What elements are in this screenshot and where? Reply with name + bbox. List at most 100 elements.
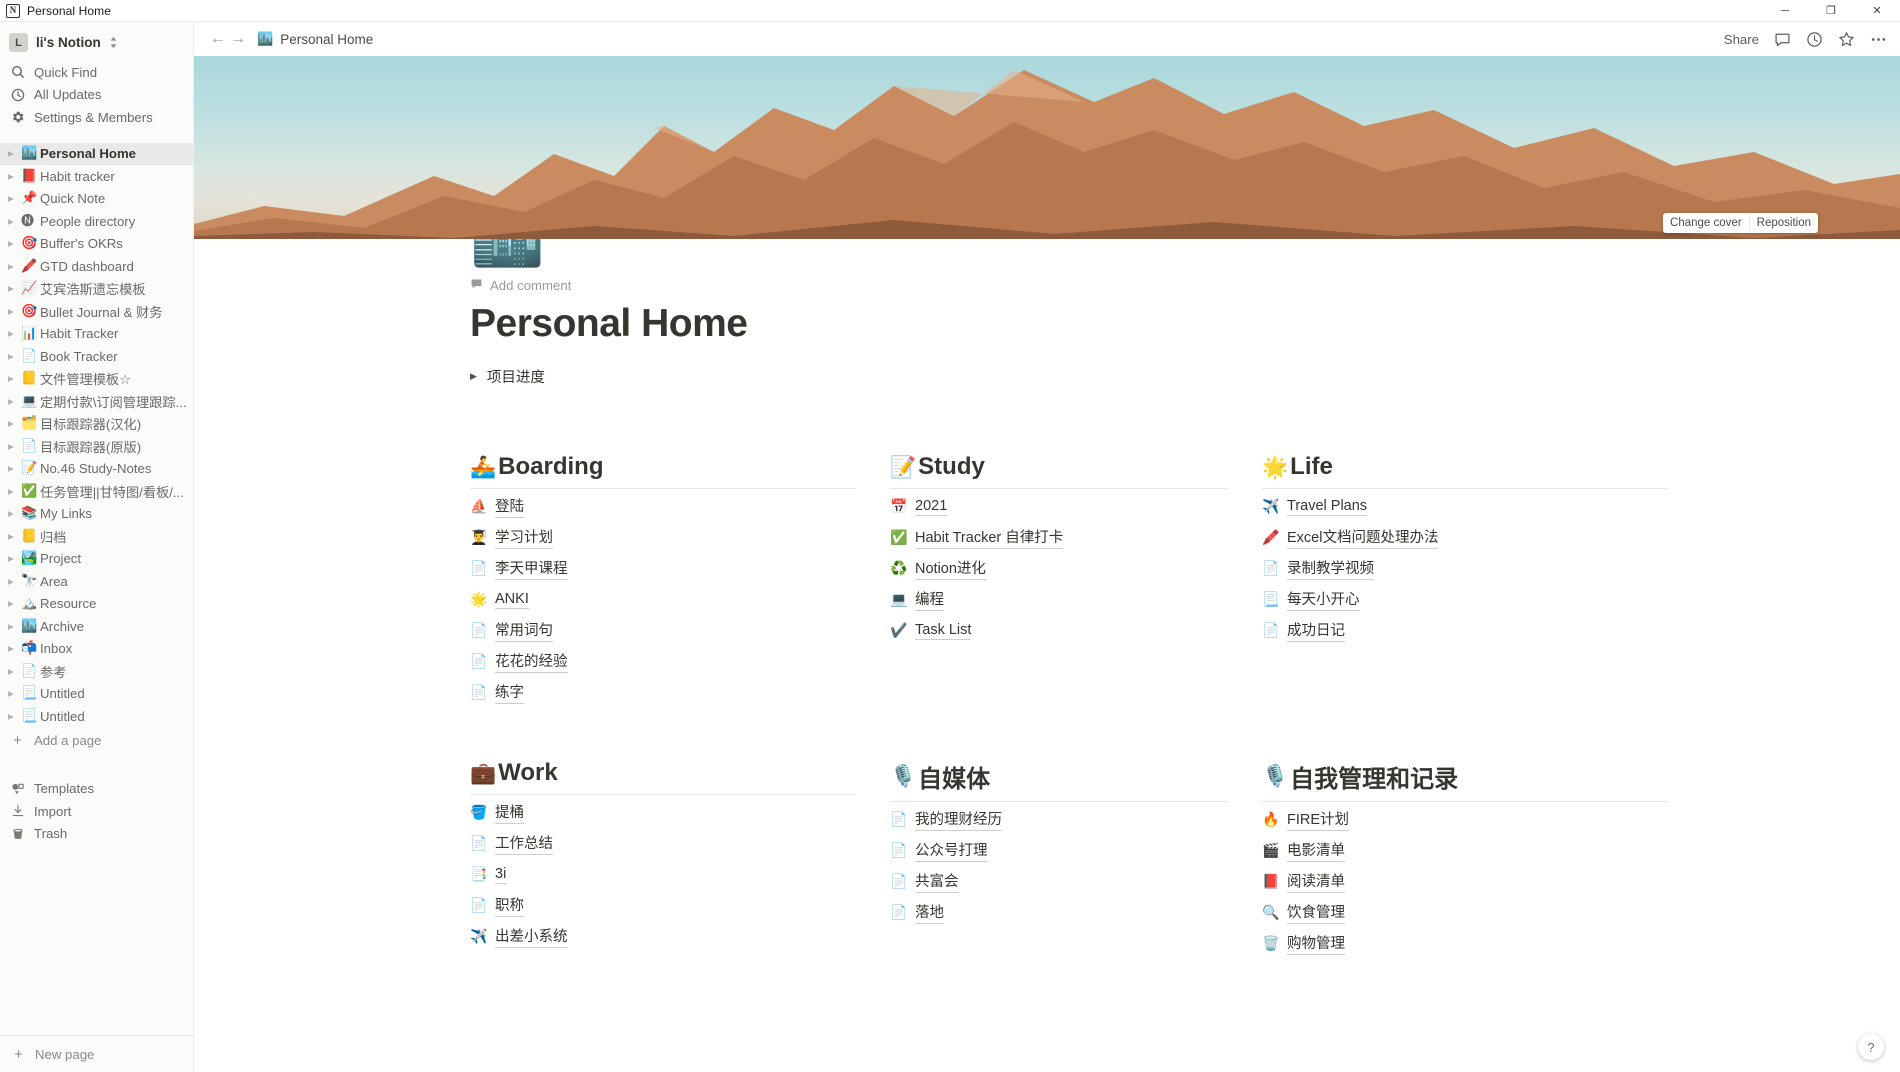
- page-link-row[interactable]: ✅ Habit Tracker 自律打卡: [890, 524, 1228, 551]
- close-button[interactable]: ✕: [1854, 0, 1900, 22]
- page-link-row[interactable]: ♻️ Notion进化: [890, 555, 1228, 582]
- page-link-row[interactable]: 📄 我的理财经历: [890, 806, 1228, 833]
- sidebar-page-item[interactable]: ▶ 🏙️ Archive: [0, 615, 193, 638]
- page-link-label[interactable]: 2021: [915, 498, 948, 516]
- page-link-row[interactable]: 📄 录制教学视频: [1262, 555, 1668, 582]
- comment-icon[interactable]: [1774, 31, 1791, 48]
- disclosure-triangle-icon[interactable]: ▶: [8, 690, 21, 698]
- sidebar-page-item[interactable]: ▶ 📒 文件管理模板☆: [0, 368, 193, 391]
- page-link-label[interactable]: 花花的经验: [495, 650, 568, 673]
- page-link-row[interactable]: 📃 每天小开心: [1262, 586, 1668, 613]
- sidebar-page-item[interactable]: ▶ 📄 参考: [0, 660, 193, 683]
- page-link-row[interactable]: ✈️ Travel Plans: [1262, 493, 1668, 520]
- disclosure-triangle-icon[interactable]: ▶: [8, 195, 21, 203]
- sidebar-page-item[interactable]: ▶ 📊 Habit Tracker: [0, 323, 193, 346]
- page-link-label[interactable]: 电影清单: [1287, 839, 1345, 862]
- page-link-label[interactable]: Travel Plans: [1287, 498, 1368, 516]
- sidebar-page-item[interactable]: ▶ 📄 Book Tracker: [0, 345, 193, 368]
- page-link-label[interactable]: Task List: [915, 622, 972, 640]
- disclosure-triangle-icon[interactable]: ▶: [8, 645, 21, 653]
- sidebar-page-item[interactable]: ▶ ✅ 任务管理||甘特图/看板/...: [0, 480, 193, 503]
- page-link-label[interactable]: 提桶: [495, 801, 524, 824]
- page-link-row[interactable]: 🔥 FIRE计划: [1262, 806, 1668, 833]
- page-link-label[interactable]: 3i: [495, 866, 507, 884]
- page-link-label[interactable]: 学习计划: [495, 526, 553, 549]
- sidebar-page-item[interactable]: ▶ 📬 Inbox: [0, 638, 193, 661]
- page-link-row[interactable]: 👨‍🎓 学习计划: [470, 524, 856, 551]
- sidebar-page-item[interactable]: ▶ 🔭 Area: [0, 570, 193, 593]
- disclosure-triangle-icon[interactable]: ▶: [8, 285, 21, 293]
- disclosure-triangle-icon[interactable]: ▶: [8, 442, 21, 451]
- disclosure-triangle-icon[interactable]: ▶: [8, 487, 21, 496]
- page-link-label[interactable]: 出差小系统: [495, 925, 568, 948]
- triangle-right-icon[interactable]: ▶: [470, 372, 477, 381]
- page-link-label[interactable]: Excel文档问题处理办法: [1287, 526, 1439, 549]
- disclosure-triangle-icon[interactable]: ▶: [8, 712, 21, 721]
- sidebar-page-item[interactable]: ▶ 📈 艾宾浩斯遗忘模板: [0, 278, 193, 301]
- sidebar-page-item[interactable]: ▶ 🅝 People directory: [0, 210, 193, 233]
- sidebar-page-item[interactable]: ▶ 🎯 Buffer's OKRs: [0, 233, 193, 256]
- page-link-label[interactable]: 饮食管理: [1287, 901, 1345, 924]
- share-button[interactable]: Share: [1724, 32, 1759, 47]
- page-link-label[interactable]: 每天小开心: [1287, 588, 1360, 611]
- toggle-block-project-progress[interactable]: ▶ 项目进度: [470, 366, 1840, 387]
- page-link-label[interactable]: ANKI: [495, 591, 529, 609]
- sidebar-item-all-updates[interactable]: All Updates: [0, 84, 193, 107]
- page-link-row[interactable]: 📄 职称: [470, 892, 856, 919]
- page-link-label[interactable]: 登陆: [495, 495, 524, 518]
- page-link-label[interactable]: 练字: [495, 681, 524, 704]
- page-title[interactable]: Personal Home: [470, 302, 1840, 346]
- forward-button[interactable]: →: [228, 31, 248, 47]
- page-link-row[interactable]: 📅 2021: [890, 493, 1228, 520]
- disclosure-triangle-icon[interactable]: ▶: [8, 375, 21, 383]
- sidebar-item-quick-find[interactable]: Quick Find: [0, 61, 193, 84]
- disclosure-triangle-icon[interactable]: ▶: [8, 532, 21, 541]
- sidebar-page-item[interactable]: ▶ 📚 My Links: [0, 503, 193, 526]
- breadcrumb[interactable]: Personal Home: [280, 32, 373, 47]
- page-icon[interactable]: 🏙️: [470, 239, 545, 267]
- page-link-label[interactable]: 成功日记: [1287, 619, 1345, 642]
- page-link-label[interactable]: 工作总结: [495, 832, 553, 855]
- page-link-label[interactable]: 购物管理: [1287, 932, 1345, 955]
- page-link-row[interactable]: 📄 公众号打理: [890, 837, 1228, 864]
- sidebar-page-item[interactable]: ▶ 🎯 Bullet Journal & 财务: [0, 300, 193, 323]
- page-link-label[interactable]: 共富会: [915, 870, 959, 893]
- sidebar-item-templates[interactable]: Templates: [0, 778, 193, 801]
- maximize-button[interactable]: ❐: [1808, 0, 1854, 22]
- page-link-row[interactable]: 📄 工作总结: [470, 830, 856, 857]
- disclosure-triangle-icon[interactable]: ▶: [8, 667, 21, 676]
- disclosure-triangle-icon[interactable]: ▶: [8, 352, 21, 361]
- page-link-row[interactable]: 🎬 电影清单: [1262, 837, 1668, 864]
- page-link-row[interactable]: 🪣 提桶: [470, 799, 856, 826]
- page-link-label[interactable]: Notion进化: [915, 557, 986, 580]
- page-link-row[interactable]: 📄 落地: [890, 899, 1228, 926]
- disclosure-triangle-icon[interactable]: ▶: [8, 622, 21, 631]
- page-cover[interactable]: Change cover Reposition: [194, 56, 1900, 239]
- page-link-row[interactable]: 📄 李天甲课程: [470, 555, 856, 582]
- disclosure-triangle-icon[interactable]: ▶: [8, 465, 21, 473]
- page-link-row[interactable]: 🌟 ANKI: [470, 586, 856, 613]
- sidebar-page-item[interactable]: ▶ 🏙️ Personal Home: [0, 142, 193, 165]
- disclosure-triangle-icon[interactable]: ▶: [8, 510, 21, 518]
- disclosure-triangle-icon[interactable]: ▶: [8, 420, 21, 428]
- sidebar-page-item[interactable]: ▶ 📌 Quick Note: [0, 188, 193, 211]
- page-link-row[interactable]: ⛵ 登陆: [470, 493, 856, 520]
- page-link-label[interactable]: 阅读清单: [1287, 870, 1345, 893]
- page-link-label[interactable]: FIRE计划: [1287, 808, 1350, 831]
- page-link-label[interactable]: Habit Tracker 自律打卡: [915, 526, 1064, 549]
- sidebar-page-item[interactable]: ▶ 📃 Untitled: [0, 705, 193, 728]
- page-link-row[interactable]: 📕 阅读清单: [1262, 868, 1668, 895]
- disclosure-triangle-icon[interactable]: ▶: [8, 555, 21, 563]
- page-link-row[interactable]: ✈️ 出差小系统: [470, 923, 856, 950]
- new-page-button[interactable]: + New page: [0, 1035, 193, 1072]
- page-link-label[interactable]: 李天甲课程: [495, 557, 568, 580]
- page-link-row[interactable]: 🗑️ 购物管理: [1262, 930, 1668, 957]
- page-link-row[interactable]: 🔍 饮食管理: [1262, 899, 1668, 926]
- sidebar-page-item[interactable]: ▶ 🖍️ GTD dashboard: [0, 255, 193, 278]
- page-link-row[interactable]: 📄 练字: [470, 679, 856, 706]
- sidebar-page-item[interactable]: ▶ 📝 No.46 Study-Notes: [0, 458, 193, 481]
- add-a-page-button[interactable]: + Add a page: [0, 729, 193, 752]
- back-button[interactable]: ←: [208, 31, 228, 47]
- reposition-button[interactable]: Reposition: [1748, 213, 1818, 233]
- disclosure-triangle-icon[interactable]: ▶: [8, 262, 21, 271]
